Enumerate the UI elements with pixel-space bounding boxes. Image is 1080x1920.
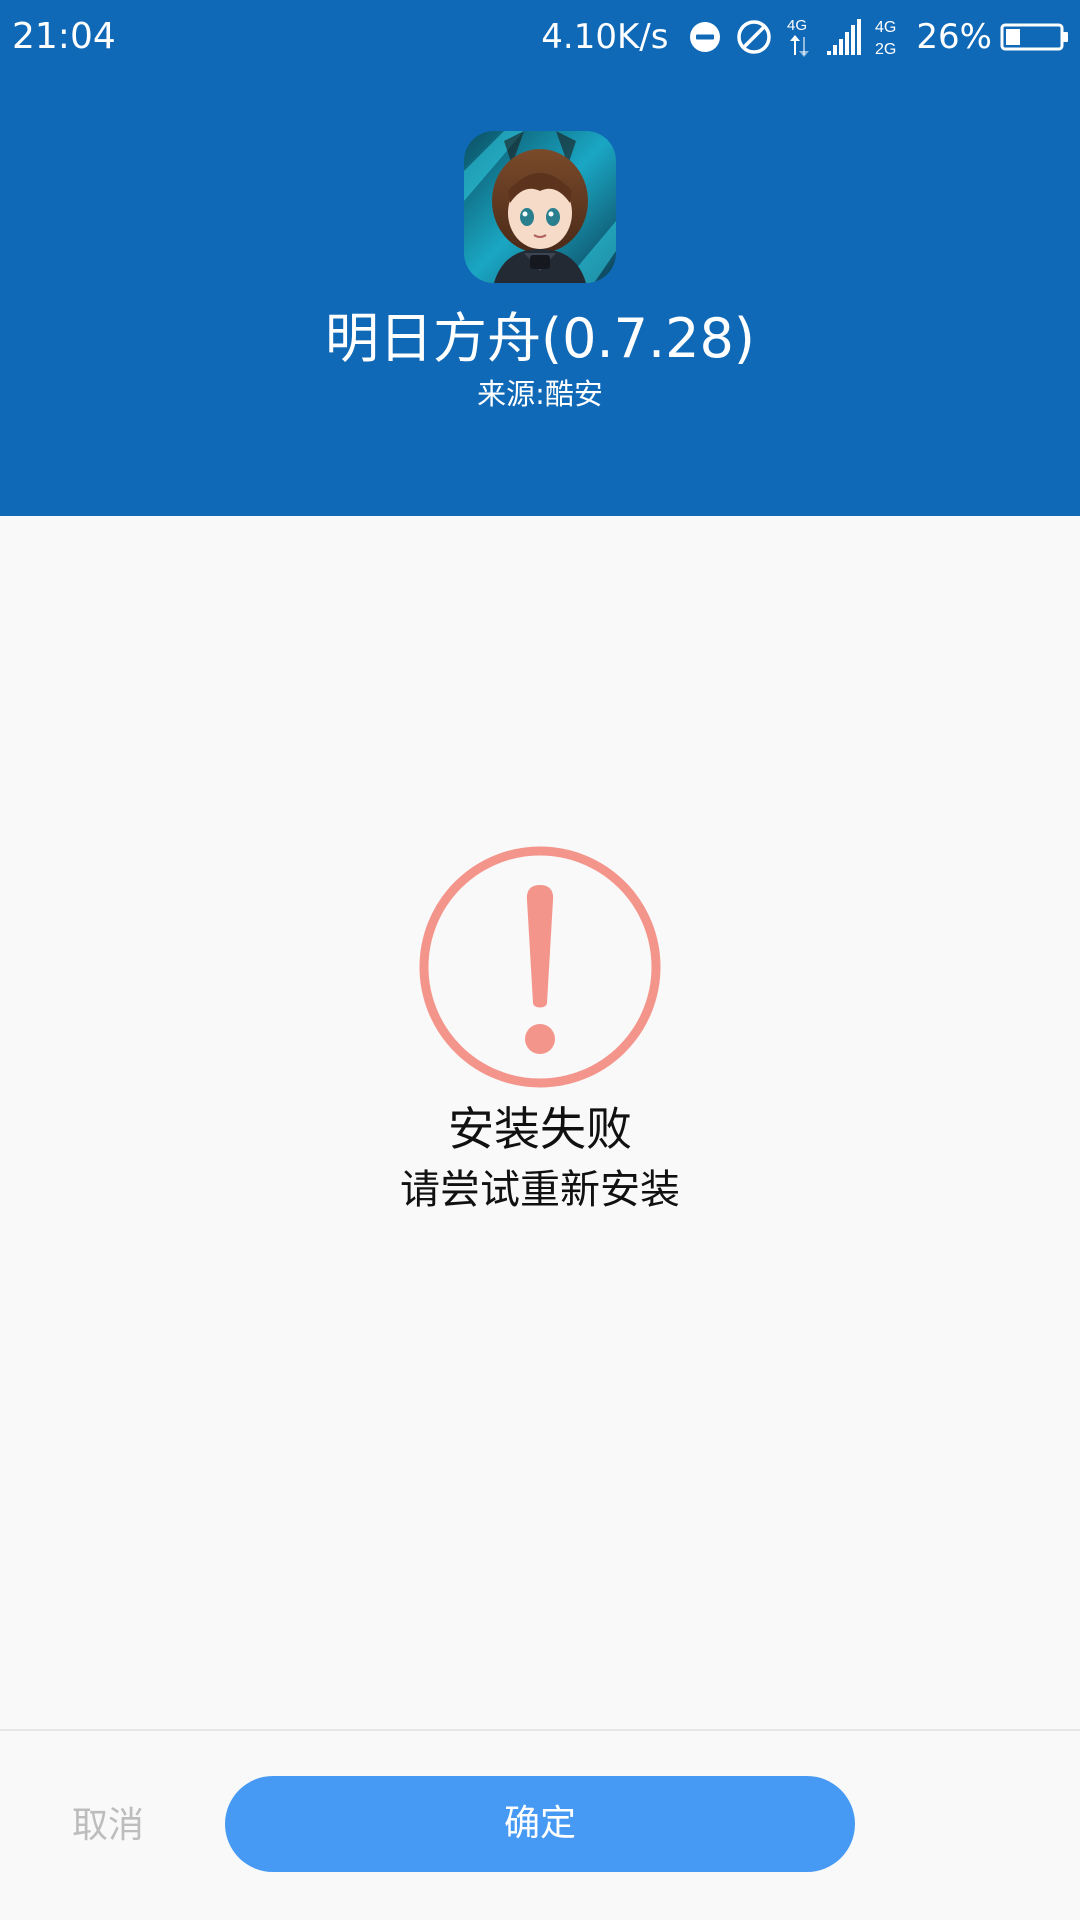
status-indicators: 4.10K/s 4G 4G 2G 26% (541, 14, 1070, 60)
blocked-icon (737, 20, 772, 54)
install-failed-title: 安装失败 (448, 1102, 632, 1156)
status-time: 21:04 (12, 16, 116, 57)
app-avatar-icon (464, 131, 616, 283)
battery-percent: 26% (916, 17, 992, 57)
app-info-header: 21:04 4.10K/s 4G 4G 2G 26% 明日方舟(0.7.28) … (0, 0, 1080, 516)
installer-screen: 21:04 4.10K/s 4G 4G 2G 26% 明日方舟(0.7.28) … (0, 0, 1080, 1920)
retry-install-hint: 请尝试重新安装 (400, 1167, 680, 1213)
battery-icon (1000, 23, 1068, 51)
signal-2g-label: 2G (875, 41, 896, 58)
battery-fill (1006, 29, 1020, 45)
4g-data-label: 4G (787, 17, 807, 34)
status-bar: 21:04 4.10K/s 4G 4G 2G 26% (0, 0, 1080, 74)
app-title: 明日方舟(0.7.28) (325, 307, 755, 370)
confirm-button[interactable]: 确定 (225, 1776, 855, 1872)
bottom-divider (0, 1729, 1080, 1731)
network-speed: 4.10K/s (541, 17, 669, 57)
do-not-disturb-icon (690, 22, 721, 52)
signal-4g-label: 4G (875, 19, 896, 36)
4g-data-icon: 4G (787, 17, 810, 57)
alert-circle-icon (419, 846, 661, 1088)
signal-4g-2g-icon: 4G 2G (875, 19, 896, 58)
signal-4g-icon (827, 19, 862, 55)
app-source: 来源:酷安 (477, 377, 603, 411)
cancel-button[interactable]: 取消 (50, 1778, 166, 1874)
